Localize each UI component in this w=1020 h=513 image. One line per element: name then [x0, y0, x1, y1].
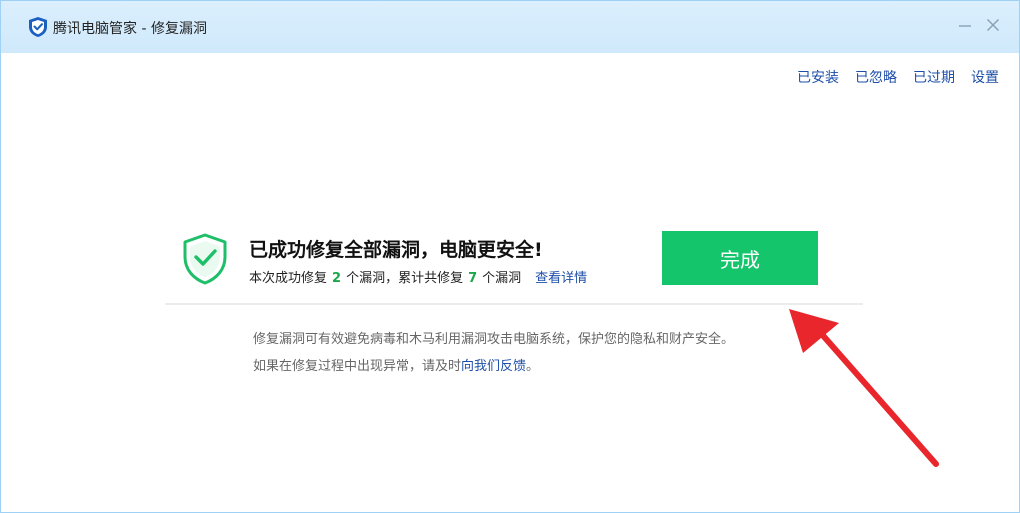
- divider: [165, 303, 863, 305]
- tencent-shield-icon: [29, 17, 47, 37]
- info-line-2: 如果在修复过程中出现异常，请及时向我们反馈。: [253, 353, 734, 380]
- summary-prefix: 本次成功修复: [249, 271, 328, 286]
- fixed-count: 2: [332, 271, 342, 286]
- title-bar[interactable]: 腾讯电脑管家 - 修复漏洞: [1, 1, 1019, 53]
- feedback-link[interactable]: 向我们反馈: [461, 359, 526, 374]
- top-links: 已安装 已忽略 已过期 设置: [797, 67, 999, 87]
- info-text: 修复漏洞可有效避免病毒和木马利用漏洞攻击电脑系统，保护您的隐私和财产安全。 如果…: [253, 326, 734, 380]
- summary-suffix: 个漏洞: [482, 271, 522, 286]
- close-icon: [987, 19, 999, 31]
- info-line-1: 修复漏洞可有效避免病毒和木马利用漏洞攻击电脑系统，保护您的隐私和财产安全。: [253, 332, 735, 347]
- result-summary: 本次成功修复 2 个漏洞，累计共修复 7 个漏洞 查看详情: [249, 267, 587, 286]
- result-headline: 已成功修复全部漏洞，电脑更安全!: [249, 239, 543, 261]
- info-line-2-suffix: 。: [526, 359, 540, 374]
- close-button[interactable]: [981, 13, 1005, 37]
- total-count: 7: [468, 271, 478, 286]
- link-settings[interactable]: 设置: [971, 67, 999, 87]
- link-expired[interactable]: 已过期: [913, 67, 955, 87]
- done-button[interactable]: 完成: [662, 231, 818, 285]
- minimize-button[interactable]: [953, 13, 977, 37]
- summary-mid: 个漏洞，累计共修复: [346, 271, 464, 286]
- shield-check-icon: [183, 233, 227, 285]
- app-window: 腾讯电脑管家 - 修复漏洞 已安装 已忽略 已过期 设置 已成功修复全部漏洞，电…: [0, 0, 1020, 513]
- view-details-link[interactable]: 查看详情: [535, 271, 587, 286]
- minimize-icon: [959, 25, 971, 27]
- window-title: 腾讯电脑管家 - 修复漏洞: [53, 21, 207, 37]
- link-installed[interactable]: 已安装: [797, 67, 839, 87]
- annotation-arrow-icon: [789, 309, 939, 467]
- link-ignored[interactable]: 已忽略: [855, 67, 897, 87]
- info-line-2-prefix: 如果在修复过程中出现异常，请及时: [253, 359, 462, 374]
